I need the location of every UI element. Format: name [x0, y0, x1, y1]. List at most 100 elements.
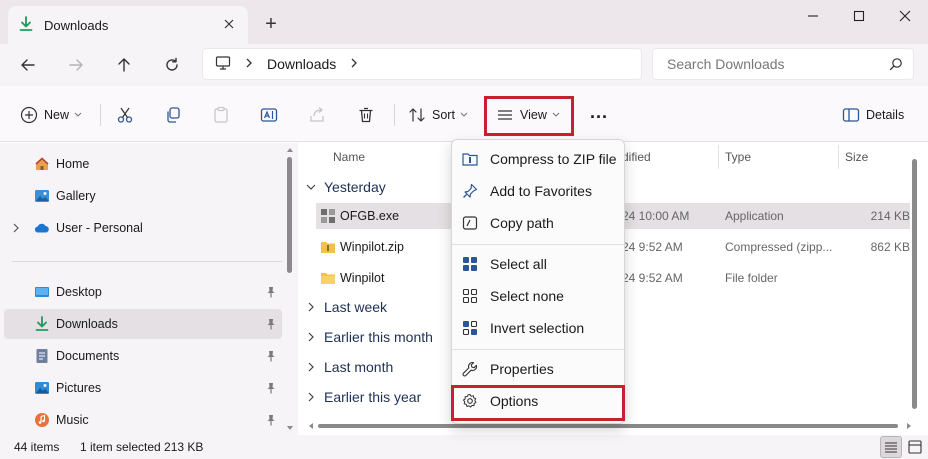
group-header-earlier-this-month[interactable]: Earlier this month [306, 324, 433, 350]
details-pane-icon [842, 108, 860, 122]
column-header-date-modified[interactable]: dified [622, 143, 651, 171]
column-header-type[interactable]: Type [725, 143, 751, 171]
column-label: Type [725, 150, 752, 164]
address-row: Downloads [0, 44, 928, 86]
share-button[interactable] [308, 100, 326, 130]
pin-icon[interactable] [266, 318, 276, 333]
rename-button[interactable] [260, 100, 278, 130]
group-header-last-week[interactable]: Last week [306, 294, 387, 320]
sidebar-item-home[interactable]: Home [4, 149, 282, 179]
pin-icon[interactable] [266, 286, 276, 301]
file-type: File folder [725, 271, 778, 285]
sidebar-scrollbar[interactable] [286, 147, 294, 433]
sidebar-item-label: Documents [56, 349, 120, 363]
column-separator[interactable] [718, 145, 719, 169]
sidebar-item-label: Gallery [56, 189, 96, 203]
options-highlight [451, 385, 625, 421]
menu-item-add-favorites[interactable]: Add to Favorites [456, 176, 622, 206]
sidebar-item-pictures[interactable]: Pictures [4, 373, 282, 403]
refresh-button[interactable] [157, 52, 187, 78]
paste-button[interactable] [212, 100, 230, 130]
delete-icon [359, 107, 373, 123]
file-type: Compressed (zipp... [725, 240, 833, 254]
more-options-button[interactable]: ... [590, 100, 608, 130]
select-none-icon [462, 288, 478, 307]
menu-item-invert-selection[interactable]: Invert selection [456, 313, 622, 343]
horizontal-scroll-thumb[interactable] [318, 424, 898, 428]
search-icon[interactable] [889, 57, 903, 74]
group-label: Earlier this month [324, 329, 433, 345]
up-button[interactable] [109, 52, 139, 78]
column-separator[interactable] [838, 145, 839, 169]
sort-button[interactable]: Sort [408, 100, 468, 130]
details-button[interactable]: Details [842, 100, 904, 130]
pin-icon[interactable] [266, 414, 276, 429]
menu-item-label: Add to Favorites [490, 183, 592, 199]
sidebar-item-onedrive[interactable]: User - Personal [4, 213, 282, 243]
documents-icon [34, 348, 50, 364]
chevron-right-icon[interactable] [350, 57, 358, 71]
chevron-right-icon [308, 332, 314, 342]
chevron-right-icon[interactable] [12, 222, 20, 236]
breadcrumb-downloads[interactable]: Downloads [267, 56, 336, 72]
sidebar-item-desktop[interactable]: Desktop [4, 277, 282, 307]
scroll-up-arrow-icon [287, 148, 293, 152]
forward-button[interactable] [61, 52, 91, 78]
pin-icon[interactable] [266, 350, 276, 365]
chevron-right-icon [308, 392, 314, 402]
menu-item-copy-path[interactable]: Copy path [456, 208, 622, 238]
column-header-name[interactable]: Name [333, 143, 365, 171]
tab-downloads[interactable]: Downloads [8, 6, 248, 44]
delete-button[interactable] [357, 100, 375, 130]
menu-item-properties[interactable]: Properties [456, 354, 622, 384]
group-header-yesterday[interactable]: Yesterday [306, 174, 386, 200]
new-button[interactable]: New [20, 100, 82, 130]
vertical-scroll-thumb[interactable] [912, 159, 917, 409]
music-icon [34, 412, 50, 428]
address-bar[interactable]: Downloads [202, 48, 642, 80]
arrow-left-icon [21, 59, 35, 71]
details-view-button[interactable] [880, 436, 902, 458]
sidebar-item-downloads[interactable]: Downloads [4, 309, 282, 339]
scroll-down-arrow-icon [287, 426, 293, 430]
search-input[interactable] [667, 56, 877, 72]
pin-icon[interactable] [266, 382, 276, 397]
chevron-down-icon [306, 184, 316, 190]
sidebar-item-label: User - Personal [56, 221, 143, 235]
details-label: Details [866, 108, 905, 122]
menu-item-label: Compress to ZIP file [490, 151, 617, 167]
sidebar-item-documents[interactable]: Documents [4, 341, 282, 371]
arrow-up-icon [118, 58, 130, 72]
copy-button[interactable] [164, 100, 182, 130]
menu-item-compress-zip[interactable]: Compress to ZIP file [456, 144, 622, 174]
paste-icon [214, 106, 228, 123]
maximize-button[interactable] [836, 0, 882, 32]
chevron-right-icon[interactable] [245, 57, 253, 71]
close-button[interactable] [882, 0, 928, 32]
minimize-button[interactable] [790, 0, 836, 32]
title-bar: Downloads + [0, 0, 928, 44]
group-header-last-month[interactable]: Last month [306, 354, 393, 380]
group-header-earlier-this-year[interactable]: Earlier this year [306, 384, 421, 410]
plus-circle-icon [20, 106, 38, 124]
back-button[interactable] [13, 52, 43, 78]
tab-close-icon[interactable] [220, 15, 238, 33]
view-button-highlight [484, 96, 574, 136]
new-tab-button[interactable]: + [259, 12, 283, 36]
onedrive-icon [34, 220, 50, 236]
cut-button[interactable] [116, 100, 134, 130]
menu-item-select-none[interactable]: Select none [456, 281, 622, 311]
search-box[interactable] [652, 48, 914, 80]
sidebar-scroll-thumb[interactable] [287, 157, 292, 273]
folder-icon [320, 270, 336, 289]
sidebar-item-gallery[interactable]: Gallery [4, 181, 282, 211]
column-header-size[interactable]: Size [845, 143, 868, 171]
navigation-pane: Home Gallery User - Personal Desktop Dow… [0, 143, 298, 435]
file-name: OFGB.exe [340, 209, 400, 223]
sidebar-item-music[interactable]: Music [4, 405, 282, 435]
select-all-icon [462, 256, 478, 275]
menu-item-select-all[interactable]: Select all [456, 249, 622, 279]
column-label: Size [845, 150, 869, 164]
file-list-vertical-scrollbar[interactable] [910, 147, 920, 417]
tiles-view-button[interactable] [904, 436, 926, 458]
